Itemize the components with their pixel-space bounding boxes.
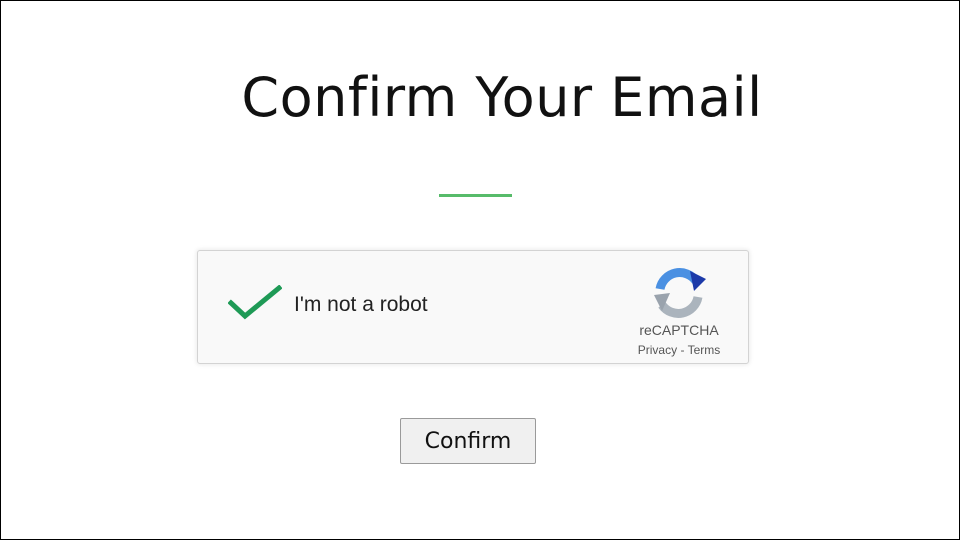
terms-link[interactable]: Terms [688,343,721,357]
recaptcha-widget: I'm not a robot reCAPTCHA Privacy - Term… [197,250,749,364]
recaptcha-checkbox[interactable] [227,284,283,321]
title-divider [439,194,512,197]
page-frame: Confirm Your Email I'm not a robot reCAP… [0,0,960,540]
recaptcha-links: Privacy - Terms [604,343,754,357]
privacy-link[interactable]: Privacy [638,343,677,357]
recaptcha-logo-icon [650,267,708,319]
confirm-button[interactable]: Confirm [400,418,536,464]
links-separator: - [677,343,688,357]
recaptcha-brand: reCAPTCHA [639,322,719,338]
check-icon [227,284,283,320]
recaptcha-label: I'm not a robot [294,293,428,316]
page-title: Confirm Your Email [241,66,763,129]
